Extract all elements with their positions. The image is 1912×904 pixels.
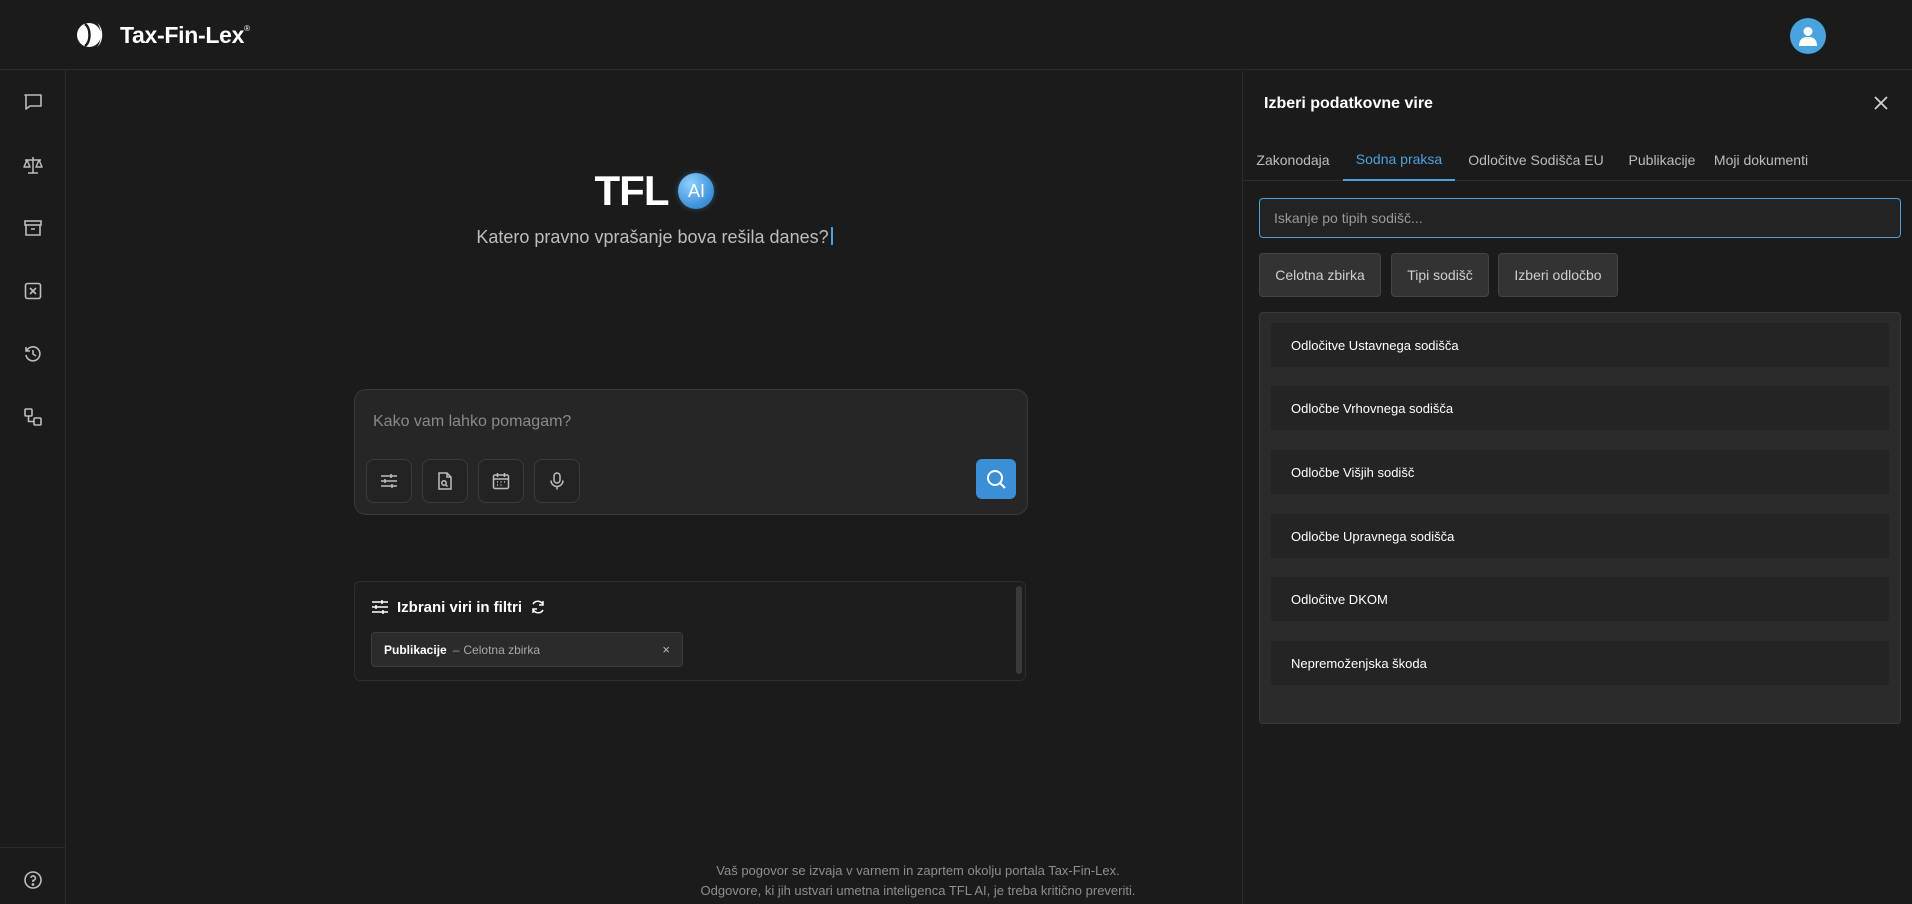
- calendar-icon: [492, 473, 510, 490]
- hero-title-text: TFL: [594, 167, 670, 214]
- tab-zakonodaja[interactable]: Zakonodaja: [1255, 139, 1331, 181]
- list-item-court[interactable]: Nepremoženjska škoda: [1271, 641, 1889, 685]
- prompt-input[interactable]: [373, 410, 973, 434]
- tab-odlocitve-sodisca-eu[interactable]: Odločitve Sodišča EU: [1465, 139, 1607, 181]
- hero-subtitle: Katero pravno vprašanje bova rešila dane…: [67, 227, 1242, 248]
- data-sources-panel: Izberi podatkovne vire Zakonodaja Sodna …: [1242, 71, 1912, 904]
- voice-input-button[interactable]: [534, 459, 580, 503]
- close-box-icon[interactable]: [17, 275, 49, 307]
- list-item-court[interactable]: Odločbe Upravnega sodišča: [1271, 514, 1889, 558]
- top-bar: Tax-Fin-Lex®: [0, 0, 1912, 70]
- source-tabs: Zakonodaja Sodna praksa Odločitve Sodišč…: [1243, 139, 1912, 181]
- court-search-input[interactable]: [1259, 198, 1901, 238]
- selected-sources-header: Izbrani viri in filtri: [371, 598, 546, 616]
- segment-celotna-zbirka[interactable]: Celotna zbirka: [1259, 253, 1381, 297]
- sliders-icon: [372, 600, 388, 614]
- list-item-court[interactable]: Odločitve Ustavnega sodišča: [1271, 323, 1889, 367]
- tab-sodna-praksa[interactable]: Sodna praksa: [1343, 139, 1455, 181]
- list-item-court[interactable]: Odločbe Vrhovnega sodišča: [1271, 386, 1889, 430]
- chip-scope: Celotna zbirka: [463, 642, 541, 657]
- left-sidebar: [0, 70, 66, 904]
- logo-mark-icon: [76, 18, 110, 52]
- search-icon: [987, 470, 1006, 489]
- history-icon[interactable]: [17, 338, 49, 370]
- microphone-icon: [550, 472, 564, 490]
- submit-search-button[interactable]: [976, 459, 1016, 499]
- disclaimer-line-1: Vaš pogovor se izvaja v varnem in zaprte…: [716, 863, 1120, 878]
- archive-icon[interactable]: [17, 212, 49, 244]
- hero-title: TFL AI: [67, 167, 1242, 215]
- attach-document-button[interactable]: [422, 459, 468, 503]
- disclaimer: Vaš pogovor se izvaja v varnem in zaprte…: [67, 861, 1242, 901]
- source-filter-chip[interactable]: Publikacije – Celotna zbirka ×: [371, 632, 683, 667]
- text-cursor: [830, 227, 833, 245]
- filters-button[interactable]: [366, 459, 412, 503]
- close-icon: [1874, 96, 1888, 110]
- selected-sources-card: Izbrani viri in filtri Publikacije – Cel…: [354, 581, 1026, 681]
- help-icon[interactable]: [17, 864, 49, 896]
- selected-sources-title: Izbrani viri in filtri: [397, 598, 523, 616]
- main-area: TFL AI Katero pravno vprašanje bova reši…: [67, 71, 1242, 904]
- ai-badge: AI: [678, 173, 715, 209]
- date-filter-button[interactable]: [478, 459, 524, 503]
- file-search-icon: [438, 472, 452, 490]
- scales-icon[interactable]: [17, 149, 49, 181]
- chip-remove-icon[interactable]: ×: [662, 642, 670, 657]
- tab-publikacije[interactable]: Publikacije: [1627, 139, 1697, 181]
- workflow-icon[interactable]: [17, 401, 49, 433]
- chip-separator: –: [452, 642, 460, 657]
- court-type-list: Odločitve Ustavnega sodišča Odločbe Vrho…: [1259, 312, 1901, 724]
- user-icon: [1799, 27, 1817, 46]
- refresh-icon[interactable]: [530, 599, 546, 615]
- segment-tipi-sodisc[interactable]: Tipi sodišč: [1391, 253, 1489, 297]
- panel-title: Izberi podatkovne vire: [1264, 95, 1433, 112]
- chip-source: Publikacije: [384, 642, 447, 657]
- list-item-court[interactable]: Odločitve DKOM: [1271, 577, 1889, 621]
- logo-text: Tax-Fin-Lex®: [120, 21, 250, 48]
- scrollbar[interactable]: [1016, 586, 1022, 674]
- chat-icon[interactable]: [17, 86, 49, 118]
- list-item-court[interactable]: Odločbe Višjih sodišč: [1271, 450, 1889, 494]
- user-avatar[interactable]: [1790, 18, 1826, 54]
- prompt-composer: [354, 389, 1028, 515]
- disclaimer-line-2: Odgovore, ki jih ustvari umetna intelige…: [700, 883, 1136, 898]
- sidebar-divider: [0, 847, 66, 848]
- logo[interactable]: Tax-Fin-Lex®: [76, 18, 250, 52]
- segment-izberi-odlocbo[interactable]: Izberi odločbo: [1498, 253, 1618, 297]
- tab-moji-dokumenti[interactable]: Moji dokumenti: [1711, 139, 1811, 181]
- close-panel-button[interactable]: [1869, 91, 1893, 115]
- sliders-icon: [381, 474, 397, 488]
